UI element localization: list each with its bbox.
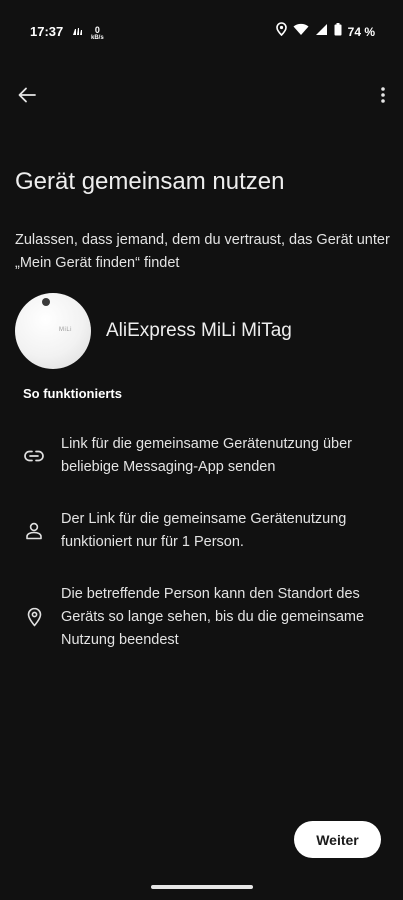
top-app-bar bbox=[0, 78, 403, 112]
device-logo: MiLi bbox=[59, 327, 73, 333]
device-row: MiLi AliExpress MiLi MiTag bbox=[15, 293, 292, 369]
location-status-icon bbox=[275, 22, 287, 41]
status-right-icons: 74 % bbox=[275, 22, 375, 41]
back-button[interactable] bbox=[14, 82, 40, 108]
info-text-location: Die betreffende Person kann den Standort… bbox=[61, 586, 365, 648]
cell-signal-icon bbox=[315, 23, 328, 41]
arrow-left-icon bbox=[18, 87, 36, 103]
device-keyring-hole bbox=[42, 298, 50, 306]
device-image: MiLi bbox=[15, 293, 91, 369]
wifi-icon bbox=[293, 23, 309, 41]
network-speed: 0 kB/s bbox=[91, 24, 104, 41]
more-vert-icon bbox=[381, 87, 385, 103]
section-title: So funktionierts bbox=[23, 386, 122, 401]
person-icon bbox=[22, 519, 46, 543]
network-speed-value: 0 bbox=[94, 24, 100, 35]
next-button[interactable]: Weiter bbox=[294, 821, 381, 858]
device-name: AliExpress MiLi MiTag bbox=[106, 320, 292, 341]
battery-percentage: 74 % bbox=[347, 24, 375, 39]
status-left-icons: 0 kB/s bbox=[72, 24, 104, 42]
status-bar: 17:37 0 kB/s 74 % bbox=[0, 0, 403, 64]
more-options-button[interactable] bbox=[375, 82, 391, 108]
location-pin-icon bbox=[22, 605, 46, 629]
page-description: Zulassen, dass jemand, dem du vertraust,… bbox=[15, 232, 390, 271]
network-speed-unit: kB/s bbox=[91, 34, 104, 41]
notification-icon bbox=[72, 24, 83, 42]
status-time: 17:37 bbox=[30, 24, 64, 39]
battery-icon bbox=[334, 22, 342, 41]
link-icon bbox=[22, 444, 46, 468]
info-text-person: Der Link für die gemeinsame Gerätenutzun… bbox=[61, 511, 347, 550]
info-text-link: Link für die gemeinsame Gerätenutzung üb… bbox=[61, 436, 352, 475]
page-title: Gerät gemeinsam nutzen bbox=[15, 168, 285, 195]
home-gesture-handle[interactable] bbox=[151, 885, 253, 889]
